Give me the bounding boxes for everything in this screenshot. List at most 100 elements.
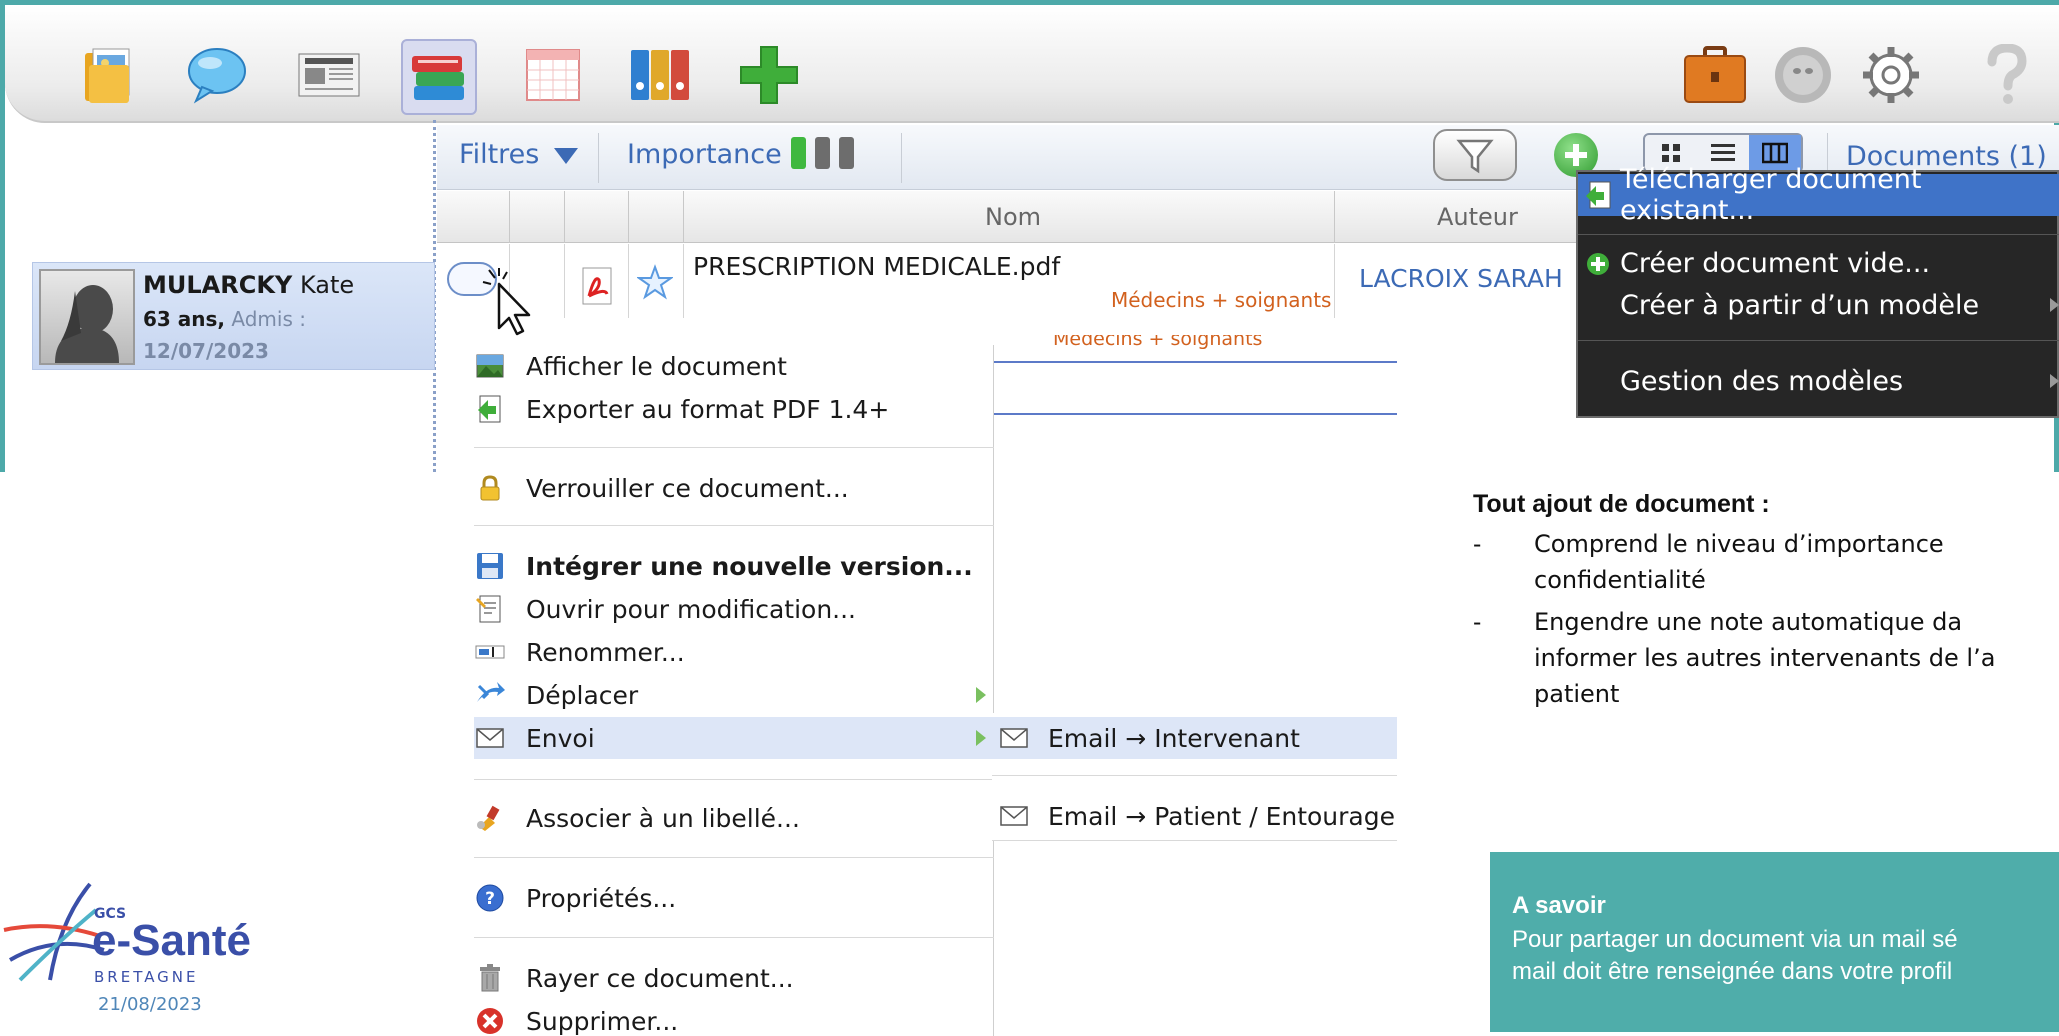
menu-label: Propriétés... xyxy=(526,883,677,913)
dropdown-telecharger[interactable]: Télécharger document existant... xyxy=(1578,164,2059,226)
patient-card[interactable]: MULARCKY Kate 63 ans, Admis : 12/07/2023 xyxy=(32,262,435,370)
esante-logo: GCS e-Santé BRETAGNE 21/08/2023 xyxy=(0,880,260,1030)
lock-icon xyxy=(474,473,506,503)
bullet-dash: - xyxy=(1473,608,1482,636)
submenu-arrow-icon xyxy=(2050,374,2059,388)
logo-brand: e-Santé xyxy=(92,916,251,965)
filtres-button[interactable]: Filtres xyxy=(459,139,578,170)
dropdown-label: Gestion des modèles xyxy=(1620,365,1904,397)
edit-document-icon xyxy=(474,594,506,624)
document-audience: Médecins + soignants xyxy=(1111,288,1332,312)
envelope-icon xyxy=(998,801,1030,831)
briefcase-icon[interactable] xyxy=(1683,43,1747,107)
newspaper-icon[interactable] xyxy=(297,43,361,107)
column-header-nom[interactable]: Nom xyxy=(985,203,1041,231)
submenu-email-intervenant[interactable]: Email → Intervenant xyxy=(992,717,1397,759)
help-circle-icon: ? xyxy=(474,883,506,913)
note-line-1a: Comprend le niveau d’importance xyxy=(1534,530,1944,558)
chat-bubble-icon[interactable] xyxy=(185,43,249,107)
label-stamp-icon xyxy=(474,803,506,833)
trash-icon xyxy=(474,963,506,993)
importance-gray-bar-2[interactable] xyxy=(839,137,854,169)
mouse-cursor-icon xyxy=(482,268,531,336)
delete-circle-icon xyxy=(474,1006,506,1036)
menu-label: Exporter au format PDF 1.4+ xyxy=(526,394,890,424)
menu-afficher-document[interactable]: Afficher le document xyxy=(474,345,994,387)
note-line-2c: patient xyxy=(1534,680,1620,708)
ghost-audience: Médecins + soignants xyxy=(1053,335,1263,350)
menu-label: Supprimer... xyxy=(526,1006,679,1036)
menu-deplacer[interactable]: Déplacer xyxy=(474,674,994,716)
menu-supprimer[interactable]: Supprimer... xyxy=(474,1000,994,1036)
menu-exporter-pdf[interactable]: Exporter au format PDF 1.4+ xyxy=(474,388,994,430)
submenu-label: Email → Intervenant xyxy=(1048,723,1300,753)
columns-view-icon xyxy=(1762,142,1788,164)
filtres-label: Filtres xyxy=(459,139,540,170)
context-menu: Afficher le document Exporter au format … xyxy=(474,345,994,1036)
add-plus-icon[interactable] xyxy=(737,43,801,107)
note-line-1b: confidentialité xyxy=(1534,566,1706,594)
dropdown-creer-vide[interactable]: Créer document vide... xyxy=(1578,242,2059,284)
dropdown-creer-modele[interactable]: Créer à partir d’un modèle xyxy=(1578,284,2059,326)
favorite-star-icon[interactable] xyxy=(637,264,673,300)
books-icon[interactable] xyxy=(401,39,477,115)
importance-green-bar[interactable] xyxy=(791,137,806,169)
menu-ouvrir-modification[interactable]: Ouvrir pour modification... xyxy=(474,588,994,630)
dropdown-label: Créer à partir d’un modèle xyxy=(1620,289,1980,321)
document-author[interactable]: LACROIX SARAH xyxy=(1359,264,1563,293)
bar-separator xyxy=(901,133,902,183)
patient-admis-date: 12/07/2023 xyxy=(143,339,269,363)
importance-label: Importance xyxy=(627,139,782,170)
envelope-icon xyxy=(998,723,1030,753)
submenu-arrow-icon xyxy=(976,730,986,746)
menu-rayer[interactable]: Rayer ce document... xyxy=(474,957,994,999)
list-view-icon xyxy=(1711,144,1735,161)
funnel-icon xyxy=(1456,139,1494,174)
menu-verrouiller[interactable]: Verrouiller ce document... xyxy=(474,467,994,509)
binders-icon[interactable] xyxy=(629,43,693,107)
save-floppy-icon xyxy=(474,551,506,581)
dropdown-gestion-modeles[interactable]: Gestion des modèles xyxy=(1578,360,2059,402)
submenu-arrow-icon xyxy=(2050,298,2059,312)
help-question-icon[interactable] xyxy=(1975,43,2039,107)
column-header-auteur[interactable]: Auteur xyxy=(1437,203,1518,231)
envelope-icon xyxy=(474,723,506,753)
calendar-icon[interactable] xyxy=(521,43,585,107)
folder-photos-icon[interactable] xyxy=(77,43,141,107)
plus-icon xyxy=(1565,144,1587,166)
note-line-2b: informer les autres intervenants de l’a xyxy=(1534,644,1996,672)
menu-envoi[interactable]: Envoi xyxy=(474,717,994,759)
patient-age: 63 ans, xyxy=(143,307,226,331)
menu-label: Ouvrir pour modification... xyxy=(526,594,857,624)
note-line-2a: Engendre une note automatique da xyxy=(1534,608,1963,636)
submenu-label: Email → Patient / Entourage xyxy=(1048,801,1395,831)
bar-separator xyxy=(598,133,599,183)
info-box: A savoir Pour partager un document via u… xyxy=(1490,852,2059,1032)
funnel-filter-button[interactable] xyxy=(1433,129,1517,181)
avatar-bubble-icon[interactable] xyxy=(1771,43,1835,107)
dropdown-label: Créer document vide... xyxy=(1620,247,1931,279)
submenu-email-patient[interactable]: Email → Patient / Entourage xyxy=(992,795,1397,837)
importance-gray-bar-1[interactable] xyxy=(815,137,830,169)
menu-proprietes[interactable]: ? Propriétés... xyxy=(474,877,994,919)
svg-text:?: ? xyxy=(485,889,495,909)
info-line-2: mail doit être renseignée dans votre pro… xyxy=(1512,958,1953,985)
info-title: A savoir xyxy=(1512,892,1606,919)
rename-field-icon xyxy=(474,637,506,667)
pdf-file-icon xyxy=(582,267,612,305)
menu-associer-libelle[interactable]: Associer à un libellé... xyxy=(474,797,994,839)
settings-gear-icon[interactable] xyxy=(1859,43,1923,107)
menu-label: Verrouiller ce document... xyxy=(526,473,849,503)
menu-integrer-version[interactable]: Intégrer une nouvelle version... xyxy=(474,545,994,587)
submenu-arrow-icon xyxy=(976,687,986,703)
menu-label: Envoi xyxy=(526,723,595,753)
add-document-dropdown: Télécharger document existant... Créer d… xyxy=(1576,164,2059,418)
logo-region: BRETAGNE xyxy=(94,968,199,986)
patient-admis-label: Admis : xyxy=(231,307,306,331)
move-arrows-icon xyxy=(474,680,506,710)
menu-renommer[interactable]: Renommer... xyxy=(474,631,994,673)
bullet-dash: - xyxy=(1473,530,1482,558)
image-view-icon xyxy=(474,351,506,381)
main-toolbar xyxy=(5,5,2059,123)
document-name[interactable]: PRESCRIPTION MEDICALE.pdf xyxy=(693,252,1060,281)
